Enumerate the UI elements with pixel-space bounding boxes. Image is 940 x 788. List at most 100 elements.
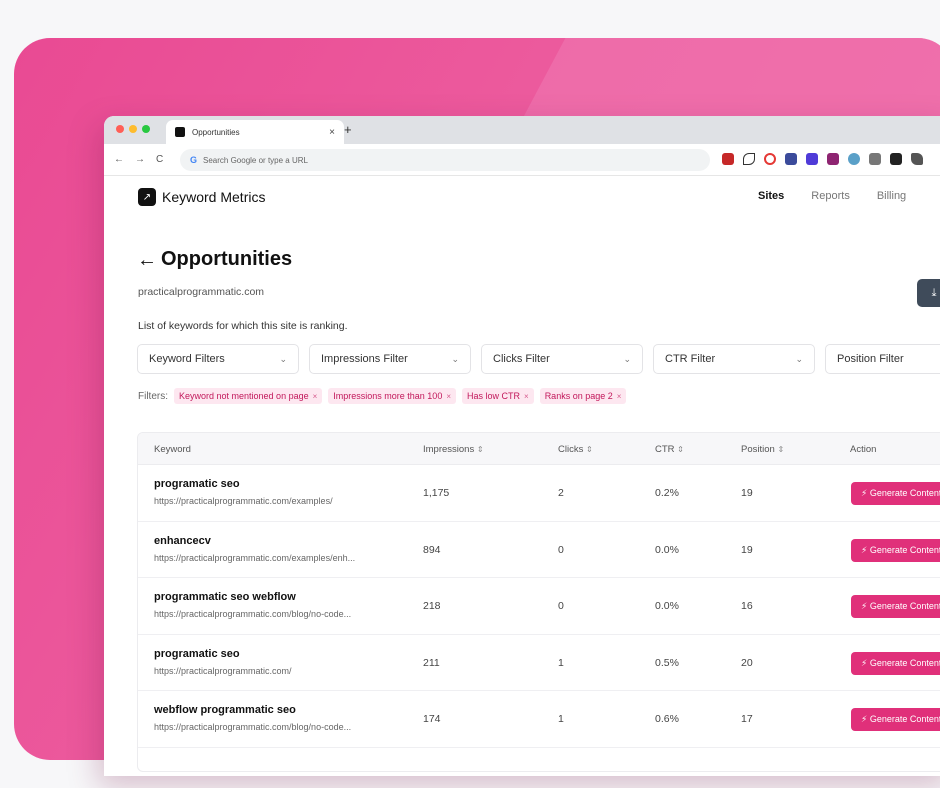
col-position-label: Position (741, 444, 775, 455)
table-row: programatic seo https://practicalprogram… (138, 635, 940, 691)
generate-content-button[interactable]: ⚡ Generate Content (851, 651, 940, 675)
ctr-filter-select[interactable]: CTR Filter ⌄ (653, 344, 815, 374)
generate-content-button[interactable]: ⚡ Generate Content (851, 538, 940, 562)
close-dot[interactable] (116, 125, 124, 133)
keyword-url[interactable]: https://practicalprogrammatic.com/exampl… (154, 496, 400, 506)
nav-buttons: ← → C (104, 154, 163, 165)
keywords-table: Keyword Impressions ⇕ Clicks ⇕ CTR ⇕ Pos… (137, 432, 940, 772)
impressions-cell: 211 (423, 656, 440, 669)
position-cell: 19 (741, 543, 753, 556)
remove-chip-icon[interactable]: × (617, 392, 622, 401)
address-bar[interactable]: G Search Google or type a URL (180, 149, 710, 171)
tab-close-icon[interactable]: × (329, 127, 335, 138)
tab-favicon-icon (175, 127, 185, 137)
back-button[interactable]: ← (114, 154, 124, 165)
download-icon: ⤓ (931, 286, 937, 299)
red-ext-icon[interactable] (722, 153, 734, 165)
scissors-ext-icon[interactable] (743, 153, 755, 165)
impressions-filter-select[interactable]: Impressions Filter ⌄ (309, 344, 471, 374)
nav-sites[interactable]: Sites (758, 190, 784, 202)
remove-chip-icon[interactable]: × (524, 392, 529, 401)
generate-content-button[interactable]: ⚡ Generate Content (851, 482, 940, 505)
clicks-filter-select[interactable]: Clicks Filter ⌄ (481, 344, 643, 374)
keyword-filter-select[interactable]: Keyword Filters ⌄ (137, 344, 299, 374)
clicks-cell: 1 (558, 713, 564, 725)
generate-content-button[interactable]: ⚡ Generate Content (851, 708, 940, 731)
tab-title: Opportunities (192, 127, 240, 137)
col-ctr-label: CTR (655, 444, 675, 455)
ctr-cell: 0.0% (655, 600, 679, 612)
generate-content-button[interactable]: ⚡ Generate Content (851, 595, 940, 618)
keyword-url[interactable]: https://practicalprogrammatic.com/ (154, 666, 400, 676)
keyword-url[interactable]: https://practicalprogrammatic.com/exampl… (154, 553, 400, 563)
brand[interactable]: ↗ Keyword Metrics (138, 188, 265, 206)
filter-chip[interactable]: Ranks on page 2 × (539, 388, 627, 404)
impressions-cell: 894 (423, 543, 441, 556)
clicks-cell: 1 (558, 656, 564, 669)
browser-toolbar: ← → C G Search Google or type a URL (104, 144, 940, 176)
search-ext-icon[interactable] (848, 153, 860, 165)
keyword-text: webflow programmatic seo (154, 704, 296, 716)
col-action: Action (850, 444, 877, 455)
col-ctr[interactable]: CTR ⇕ (655, 444, 684, 455)
d-ext-icon[interactable] (806, 153, 818, 165)
table-row: programmatic seo webflow https://practic… (138, 578, 940, 635)
brand-name: Keyword Metrics (162, 189, 266, 205)
table-row: enhancecv https://practicalprogrammatic.… (138, 522, 940, 578)
new-tab-button[interactable]: + (344, 122, 352, 137)
browser-tab[interactable]: Opportunities × (166, 120, 344, 144)
position-filter-label: Position Filter (837, 353, 904, 365)
col-clicks-label: Clicks (558, 444, 584, 455)
dark-ext-icon[interactable] (890, 153, 902, 165)
minimize-dot[interactable] (129, 125, 137, 133)
filter-chip[interactable]: Keyword not mentioned on page × (174, 388, 323, 404)
opera-ext-icon[interactable] (764, 153, 776, 165)
keyword-text: programatic seo (154, 478, 240, 490)
keyword-text: programmatic seo webflow (154, 591, 296, 603)
remove-chip-icon[interactable]: × (313, 392, 318, 401)
filter-chip[interactable]: Impressions more than 100 × (328, 388, 456, 404)
page-title: Opportunities (161, 248, 293, 270)
chip-label: Ranks on page 2 (544, 391, 613, 401)
site-domain: practicalprogrammatic.com (138, 286, 265, 298)
table-row: programatic seo https://practicalprogram… (138, 465, 940, 522)
active-filters: Filters: Keyword not mentioned on page × … (138, 388, 627, 404)
top-nav: Sites Reports Billing (758, 190, 906, 202)
col-clicks[interactable]: Clicks ⇕ (558, 444, 593, 455)
grey-ext-icon[interactable] (869, 153, 881, 165)
col-impressions[interactable]: Impressions ⇕ (423, 444, 484, 455)
filter-dropdowns: Keyword Filters ⌄ Impressions Filter ⌄ C… (137, 344, 940, 374)
address-placeholder: Search Google or type a URL (203, 155, 308, 165)
chip-label: Has low CTR (467, 391, 521, 401)
nav-reports[interactable]: Reports (811, 190, 850, 202)
square-ext-icon[interactable] (785, 153, 797, 165)
window-controls (116, 125, 150, 133)
back-arrow-icon[interactable]: ← (137, 250, 157, 270)
ctr-cell: 0.0% (655, 543, 679, 556)
chevron-down-icon: ⌄ (795, 353, 803, 364)
sort-icon: ⇕ (476, 445, 484, 454)
reload-button[interactable]: C (156, 154, 163, 165)
keyword-url[interactable]: https://practicalprogrammatic.com/blog/n… (154, 722, 400, 732)
position-cell: 20 (741, 656, 753, 669)
sort-icon: ⇕ (777, 445, 785, 454)
forward-button[interactable]: → (135, 154, 145, 165)
keyword-url[interactable]: https://practicalprogrammatic.com/blog/n… (154, 609, 400, 619)
remove-chip-icon[interactable]: × (446, 392, 451, 401)
keyword-text: enhancecv (154, 534, 211, 547)
position-filter-select[interactable]: Position Filter (825, 344, 940, 374)
ctr-cell: 0.6% (655, 713, 679, 725)
tab-strip: Opportunities × + (104, 116, 940, 144)
maximize-dot[interactable] (142, 125, 150, 133)
app-content: ↗ Keyword Metrics Sites Reports Billing … (104, 176, 940, 776)
sort-icon: ⇕ (677, 445, 684, 454)
keyword-text: programatic seo (154, 647, 240, 660)
purple-ext-icon[interactable] (827, 153, 839, 165)
col-position[interactable]: Position ⇕ (741, 444, 784, 455)
puzzle-icon[interactable] (911, 153, 923, 165)
clicks-cell: 2 (558, 487, 564, 499)
nav-billing[interactable]: Billing (877, 190, 906, 202)
filter-chip[interactable]: Has low CTR × (462, 388, 534, 404)
download-button[interactable]: ⤓ (917, 279, 940, 307)
col-impressions-label: Impressions (423, 444, 475, 455)
